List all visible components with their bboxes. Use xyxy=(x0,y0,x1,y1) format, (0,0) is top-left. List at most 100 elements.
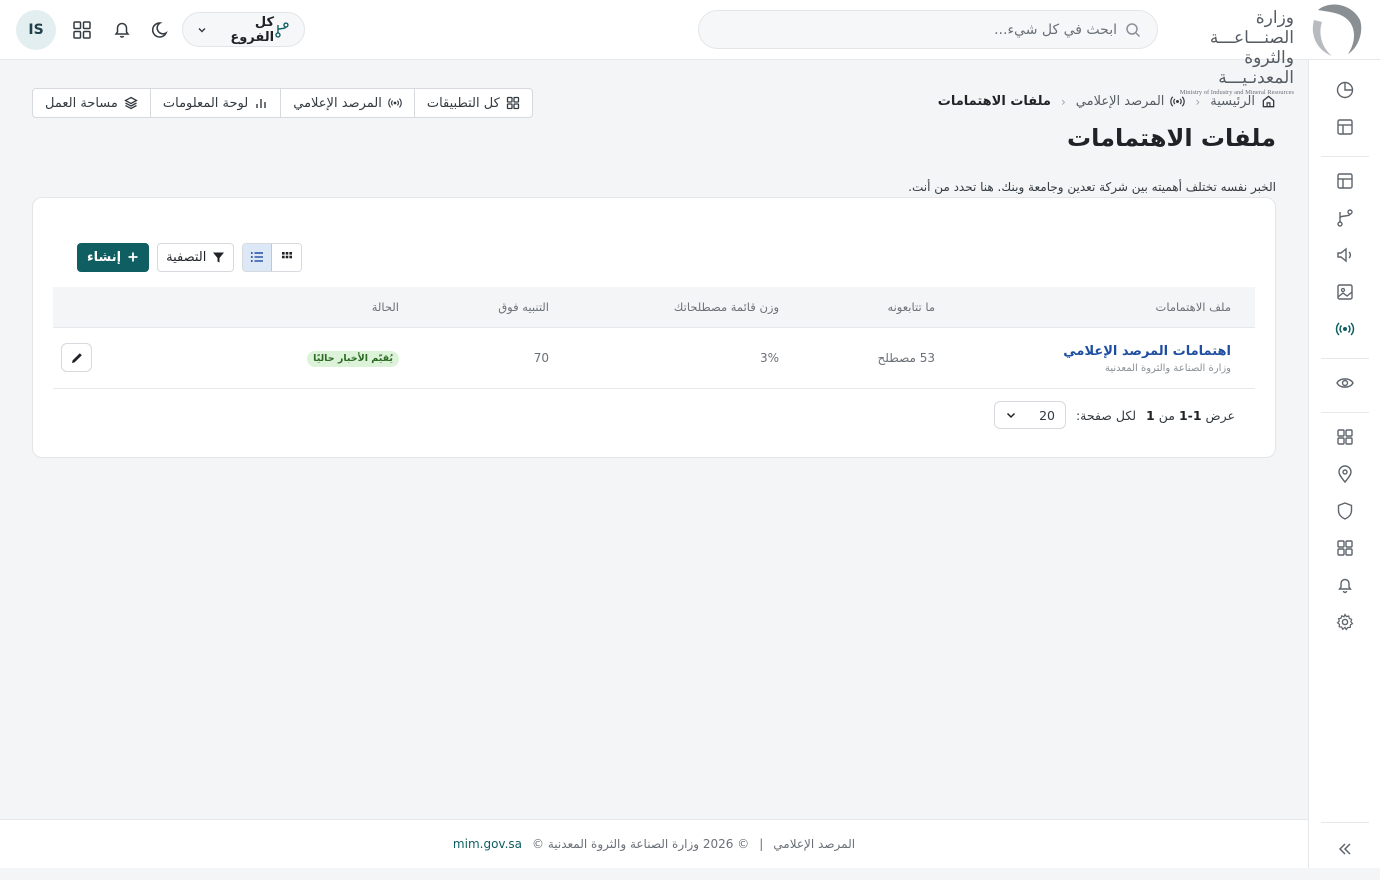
column-header-weight[interactable]: وزن قائمة مصطلحاتك xyxy=(674,300,779,314)
apps-grid-icon[interactable] xyxy=(71,19,93,41)
analytics-pie-icon[interactable] xyxy=(1335,80,1355,100)
view-mode-toggle xyxy=(242,242,303,272)
media-monitor-broadcast-icon[interactable] xyxy=(1335,319,1355,339)
quick-link-media-monitor-label: المرصد الإعلامي xyxy=(293,95,382,111)
per-page-label: لكل صفحة: xyxy=(1075,407,1137,423)
eye-icon[interactable] xyxy=(1335,373,1355,393)
user-avatar[interactable]: IS xyxy=(16,10,56,50)
profiles-card: إنشاء التصفية ملف الاهتمامات ما تتابعونه… xyxy=(32,197,1276,458)
following-count: 53 مصطلح xyxy=(877,351,936,365)
ministry-logo-icon xyxy=(1312,4,1362,56)
pagination: عرض 1-1 من 1 لكل صفحة: 20 xyxy=(993,401,1235,429)
top-bar: وزارة الصنـــاعـــة والثروة المعدنـيـــة… xyxy=(0,0,1380,96)
location-pin-icon[interactable] xyxy=(1335,464,1355,484)
branch-icon xyxy=(275,21,289,38)
broadcast-icon xyxy=(388,98,402,108)
create-button-label: إنشاء xyxy=(87,249,122,265)
quick-link-workspace[interactable]: مساحة العمل xyxy=(33,89,150,117)
filter-button-label: التصفية xyxy=(166,249,207,265)
grid-view-button[interactable] xyxy=(272,243,302,271)
logo-line-1: وزارة الصنـــاعـــة xyxy=(1209,8,1294,48)
status-badge: يُقيّم الأخبار حاليًا xyxy=(307,351,399,367)
table-row[interactable]: اهتمامات المرصد الإعلامي وزارة الصناعة و… xyxy=(53,328,1255,389)
shield-icon[interactable] xyxy=(1335,501,1355,521)
footer-separator: | xyxy=(759,837,764,851)
settings-gear-icon[interactable] xyxy=(1335,612,1355,632)
quick-link-media-monitor[interactable]: المرصد الإعلامي xyxy=(280,89,414,117)
pagination-prefix: عرض xyxy=(1205,407,1235,423)
quick-links-group: كل التطبيقات المرصد الإعلامي لوحة المعلو… xyxy=(32,88,533,118)
per-page-select[interactable]: 20 xyxy=(993,401,1066,429)
quick-link-all-apps[interactable]: كل التطبيقات xyxy=(413,89,532,117)
profiles-table: ملف الاهتمامات ما تتابعونه وزن قائمة مصط… xyxy=(53,287,1255,389)
per-page-value: 20 xyxy=(1039,407,1055,423)
apps-grid-icon-2[interactable] xyxy=(1335,538,1355,558)
layout-panel-icon-2[interactable] xyxy=(1335,171,1355,191)
layers-icon xyxy=(124,96,138,110)
column-header-following[interactable]: ما تتابعونه xyxy=(887,300,935,314)
chevron-down-icon xyxy=(1006,412,1015,419)
apps-grid-icon[interactable] xyxy=(1335,427,1355,447)
breadcrumb-home[interactable]: الرئيسية xyxy=(1210,94,1276,109)
breadcrumb-separator-2: ‹ xyxy=(1060,94,1066,109)
pagination-summary: عرض 1-1 من 1 xyxy=(1146,408,1235,423)
home-icon xyxy=(1262,95,1275,108)
quick-link-dashboard-label: لوحة المعلومات xyxy=(162,95,249,111)
create-button[interactable]: إنشاء xyxy=(77,242,150,272)
column-header-profile[interactable]: ملف الاهتمامات xyxy=(1156,300,1231,314)
bell-icon[interactable] xyxy=(1335,575,1355,595)
search-input[interactable] xyxy=(737,11,1117,48)
alert-threshold: 70 xyxy=(533,351,549,365)
pagination-range: 1-1 xyxy=(1178,407,1202,423)
column-header-status[interactable]: الحالة xyxy=(372,300,399,314)
profile-organization: وزارة الصناعة والثروة المعدنية xyxy=(1104,363,1231,374)
bottom-strip xyxy=(0,868,1380,880)
footer: المرصد الإعلامي | © 2026 وزارة الصناعة و… xyxy=(0,819,1308,868)
page-title: ملفات الاهتمامات xyxy=(1066,124,1276,152)
broadcast-icon xyxy=(1170,96,1186,107)
search-icon xyxy=(1126,23,1141,38)
footer-website-link[interactable]: mim.gov.sa xyxy=(453,837,522,851)
breadcrumb-separator: ‹ xyxy=(1195,94,1201,109)
branch-select[interactable]: كل الفروع xyxy=(182,12,305,47)
column-header-alert-above[interactable]: التنبيه فوق xyxy=(498,300,549,314)
list-icon xyxy=(251,252,264,262)
bar-chart-icon xyxy=(256,99,266,108)
megaphone-icon[interactable] xyxy=(1335,245,1355,265)
table-toolbar: إنشاء التصفية xyxy=(77,242,303,272)
layout-panel-icon[interactable] xyxy=(1335,117,1355,137)
apps-grid-icon xyxy=(506,96,519,110)
quick-link-dashboard[interactable]: لوحة المعلومات xyxy=(149,89,280,117)
side-navigation xyxy=(1308,60,1380,880)
pagination-total: 1 xyxy=(1146,407,1155,423)
breadcrumb-home-label: الرئيسية xyxy=(1210,94,1255,109)
filter-funnel-icon xyxy=(213,252,225,262)
chevron-down-icon xyxy=(198,27,206,32)
image-icon[interactable] xyxy=(1335,282,1355,302)
branch-icon[interactable] xyxy=(1335,208,1355,228)
breadcrumb-current: ملفات الاهتمامات xyxy=(937,94,1051,109)
global-search[interactable] xyxy=(698,10,1158,49)
footer-copyright: © 2026 وزارة الصناعة والثروة المعدنية © xyxy=(532,837,750,851)
notifications-bell-icon[interactable] xyxy=(111,19,133,41)
dark-mode-moon-icon[interactable] xyxy=(151,19,173,41)
table-header: ملف الاهتمامات ما تتابعونه وزن قائمة مصط… xyxy=(53,287,1255,328)
keyword-weight: 3% xyxy=(759,351,779,365)
profile-title-link[interactable]: اهتمامات المرصد الإعلامي xyxy=(1063,344,1231,359)
breadcrumb-section[interactable]: المرصد الإعلامي xyxy=(1076,94,1186,109)
page-description: الخبر نفسه تختلف أهميته بين شركة تعدين و… xyxy=(908,180,1276,194)
breadcrumb: الرئيسية ‹ المرصد الإعلامي ‹ ملفات الاهت… xyxy=(938,94,1276,109)
collapse-sidebar-chevrons-icon[interactable] xyxy=(1335,839,1355,859)
pencil-icon xyxy=(71,352,82,363)
filter-button[interactable]: التصفية xyxy=(157,242,235,272)
pagination-of: من xyxy=(1158,407,1175,423)
branch-select-label: كل الفروع xyxy=(230,14,275,45)
ministry-logo-text: وزارة الصنـــاعـــة والثروة المعدنـيـــة… xyxy=(1172,8,1294,97)
list-view-button[interactable] xyxy=(243,243,273,271)
quick-link-workspace-label: مساحة العمل xyxy=(45,95,118,111)
logo-line-2: والثروة المعدنـيـــة xyxy=(1218,48,1294,88)
breadcrumb-section-label: المرصد الإعلامي xyxy=(1075,94,1165,109)
footer-app-name: المرصد الإعلامي xyxy=(773,837,856,851)
edit-button[interactable] xyxy=(61,343,92,372)
plus-icon xyxy=(128,252,138,262)
